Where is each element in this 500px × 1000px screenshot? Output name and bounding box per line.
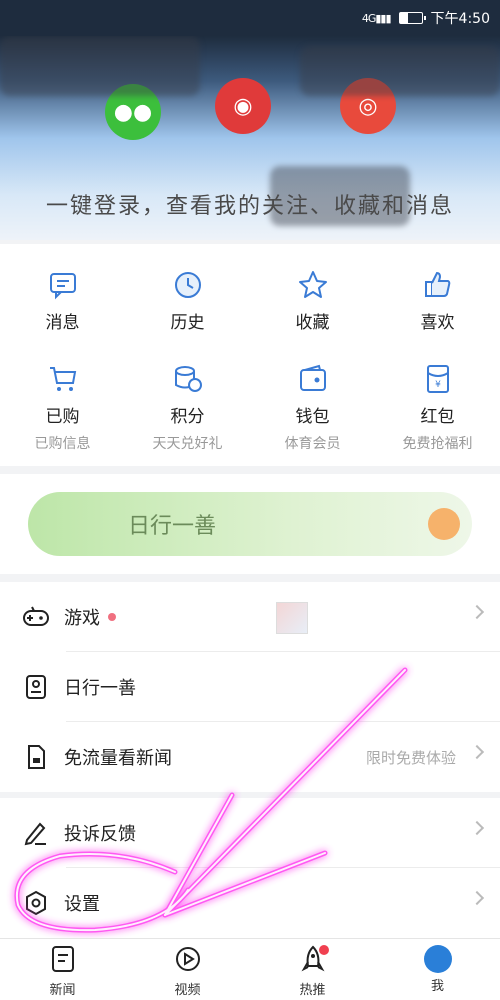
grid-sublabel: 体育会员 <box>284 436 341 452</box>
tab-label: 我 <box>430 979 444 994</box>
clock-icon <box>125 268 250 302</box>
list-item-free-data[interactable]: 免流量看新闻 限时免费体验 <box>0 722 500 792</box>
chevron-right-icon <box>469 890 485 906</box>
qq-login-button[interactable]: ◉ <box>215 78 271 134</box>
chevron-right-icon <box>469 820 485 836</box>
grid-sublabel: 已购信息 <box>34 436 91 452</box>
red-packet-icon: ¥ <box>375 362 500 396</box>
tab-label: 热推 <box>299 983 326 998</box>
notification-dot <box>108 613 116 621</box>
gamepad-icon <box>22 603 50 631</box>
settings-icon <box>22 889 50 917</box>
chevron-right-icon <box>469 744 485 760</box>
grid-sublabel: 天天兑好礼 <box>152 436 223 452</box>
grid-item-purchased[interactable]: 已购 已购信息 <box>0 362 125 453</box>
list-group-2: 投诉反馈 设置 <box>0 798 500 938</box>
thumbs-up-icon <box>375 268 500 302</box>
grid-item-wallet[interactable]: 钱包 体育会员 <box>250 362 375 453</box>
sim-card-icon <box>22 743 50 771</box>
notification-badge <box>319 945 329 955</box>
grid-label: 消息 <box>45 313 80 333</box>
tab-video[interactable]: 视频 <box>125 939 250 1000</box>
battery-icon <box>398 12 426 24</box>
me-icon <box>423 945 452 973</box>
promo-banner[interactable]: 日行一善 <box>0 474 500 574</box>
grid-item-red-packet[interactable]: ¥ 红包 免费抢福利 <box>375 362 500 453</box>
grid-label: 红包 <box>420 407 455 427</box>
qq-icon: ◉ <box>233 93 253 119</box>
banner-icon <box>428 508 460 540</box>
svg-text:¥: ¥ <box>435 380 441 390</box>
cart-icon <box>0 362 125 396</box>
coins-icon <box>125 362 250 396</box>
login-header: ●● ◉ ◎ 一键登录，查看我的关注、收藏和消息 <box>0 36 500 240</box>
status-bar: 4G▮▮▮ 下午4:50 <box>0 0 500 36</box>
star-icon <box>250 268 375 302</box>
list-item-games[interactable]: 游戏 <box>0 582 500 652</box>
list-item-charity[interactable]: 日行一善 <box>0 652 500 722</box>
grid-item-favorites[interactable]: 收藏 <box>250 268 375 333</box>
list-item-label: 游戏 <box>64 608 100 629</box>
list-item-label: 免流量看新闻 <box>64 748 172 769</box>
scribble-overlay <box>0 36 200 96</box>
grid-item-points[interactable]: 积分 天天兑好礼 <box>125 362 250 453</box>
pencil-icon <box>22 819 50 847</box>
banner-text: 日行一善 <box>128 514 217 539</box>
scribble-overlay <box>300 46 500 96</box>
chevron-right-icon <box>469 604 485 620</box>
wallet-icon <box>250 362 375 396</box>
tab-label: 视频 <box>174 983 201 998</box>
grid-label: 已购 <box>45 407 80 427</box>
list-group-1: 游戏 日行一善 免流量看新闻 限时免费体验 <box>0 582 500 792</box>
grid-item-messages[interactable]: 消息 <box>0 268 125 333</box>
tab-me[interactable]: 我 <box>375 939 500 1000</box>
charity-icon <box>22 673 50 701</box>
login-prompt[interactable]: 一键登录，查看我的关注、收藏和消息 <box>0 188 500 220</box>
signal-indicator: 4G▮▮▮ <box>361 11 392 25</box>
grid-label: 历史 <box>170 313 205 333</box>
grid-sublabel: 免费抢福利 <box>402 436 473 452</box>
banner-pill[interactable]: 日行一善 <box>28 492 472 556</box>
grid-label: 积分 <box>170 407 205 427</box>
function-grid: 消息 历史 收藏 喜欢 已购 已购信息 积分 天天兑好礼 钱包 体育会员 ¥ 红… <box>0 244 500 466</box>
tab-label: 新闻 <box>49 983 76 998</box>
tab-trending[interactable]: 热推 <box>250 939 375 1000</box>
list-item-label: 投诉反馈 <box>64 824 136 845</box>
status-time: 下午4:50 <box>430 11 490 27</box>
grid-label: 喜欢 <box>420 313 455 333</box>
list-item-hint: 限时免费体验 <box>365 748 456 767</box>
weibo-icon: ◎ <box>358 93 378 119</box>
list-item-settings[interactable]: 设置 <box>0 868 500 938</box>
play-icon <box>174 945 202 977</box>
bottom-navigation: 新闻 视频 热推 我 <box>0 938 500 1000</box>
grid-item-history[interactable]: 历史 <box>125 268 250 333</box>
wechat-icon: ●● <box>113 99 153 125</box>
list-item-label: 设置 <box>64 894 100 915</box>
game-thumbnail <box>276 602 308 634</box>
grid-label: 收藏 <box>295 313 330 333</box>
list-item-feedback[interactable]: 投诉反馈 <box>0 798 500 868</box>
message-icon <box>0 268 125 302</box>
tab-news[interactable]: 新闻 <box>0 939 125 1000</box>
news-icon <box>50 945 76 977</box>
list-item-label: 日行一善 <box>64 678 136 699</box>
grid-item-likes[interactable]: 喜欢 <box>375 268 500 333</box>
grid-label: 钱包 <box>295 407 330 427</box>
